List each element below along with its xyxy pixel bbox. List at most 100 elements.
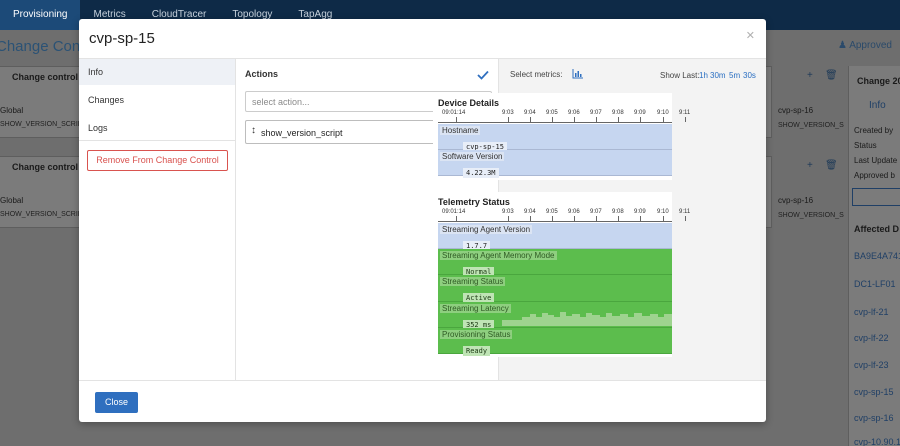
metric-row-value: 4.22.3M xyxy=(463,168,499,178)
time-axis-label: 9:04 xyxy=(524,110,536,116)
metric-row-value: Ready xyxy=(463,346,491,356)
modal-header: cvp-sp-15 ✕ xyxy=(79,19,766,59)
latency-sparkline xyxy=(502,312,672,326)
checkmark-icon[interactable] xyxy=(476,68,490,82)
metric-row-label: Streaming Agent Memory Mode xyxy=(440,251,557,260)
select-action-placeholder: select action... xyxy=(252,97,310,107)
range-30m-link[interactable]: 30m xyxy=(710,71,726,80)
time-axis-label: 9:11 xyxy=(679,209,691,215)
background-card-title-1: Change control xyxy=(12,72,79,82)
background-field-status: Status xyxy=(854,141,877,150)
time-axis-label: 9:05 xyxy=(546,110,558,116)
time-axis-label: 9:07 xyxy=(590,209,602,215)
device-details-panel: Device Details Hostname cvp-sp-15 Softwa… xyxy=(433,93,690,180)
sidebar-item-logs[interactable]: Logs xyxy=(79,115,235,141)
background-affected-title: Affected D xyxy=(854,224,900,234)
time-axis-label: 9:06 xyxy=(568,110,580,116)
background-affected-device[interactable]: DC1-LF01 xyxy=(854,279,896,289)
background-affected-device[interactable]: cvp-lf-21 xyxy=(854,307,889,317)
time-axis-label: 9:10 xyxy=(657,110,669,116)
telemetry-status-panel: Telemetry Status Streaming Agent Version… xyxy=(433,192,690,357)
range-30s-link[interactable]: 30s xyxy=(743,71,756,80)
background-card-script-2: SHOW_VERSION_SCRIPT xyxy=(0,211,87,218)
metric-row-label: Streaming Latency xyxy=(440,304,511,313)
bar-chart-icon[interactable] xyxy=(572,69,583,79)
background-affected-device[interactable]: cvp-lf-22 xyxy=(854,333,889,343)
metric-row-provisioning-status: Provisioning Status Ready xyxy=(438,328,672,356)
background-card-device-2: cvp-sp-16 xyxy=(778,196,814,205)
remove-from-change-control-button[interactable]: Remove From Change Control xyxy=(87,150,228,171)
time-axis-label: 9:06 xyxy=(568,209,580,215)
time-axis-label: 09:01:14 xyxy=(442,209,466,215)
background-affected-device[interactable]: cvp-sp-16 xyxy=(854,413,894,423)
time-axis-label: 9:09 xyxy=(634,110,646,116)
background-card-group-1: Global xyxy=(0,106,24,115)
metric-row-label: Software Version xyxy=(440,152,505,161)
metric-row-label: Hostname xyxy=(440,126,481,135)
background-field-last-update: Last Update xyxy=(854,156,898,165)
background-approved-status: ♟ Approved xyxy=(838,40,892,51)
time-axis-label: 9:05 xyxy=(546,209,558,215)
background-panel-button[interactable] xyxy=(852,188,900,206)
telemetry-status-title: Telemetry Status xyxy=(438,197,510,207)
background-affected-device[interactable]: cvp-lf-23 xyxy=(854,360,889,370)
modal-sidebar: Info Changes Logs Remove From Change Con… xyxy=(79,59,236,380)
time-axis-label: 09:01:14 xyxy=(442,110,466,116)
metric-row-software-version: Software Version 4.22.3M xyxy=(438,150,672,178)
time-axis-label: 9:11 xyxy=(679,110,691,116)
background-panel-tab-info[interactable]: Info xyxy=(869,100,886,111)
time-axis-label: 9:08 xyxy=(612,110,624,116)
device-details-title: Device Details xyxy=(438,98,500,108)
show-last-label: Show Last: xyxy=(660,71,700,80)
background-card-device-script-2: SHOW_VERSION_S xyxy=(778,212,844,219)
time-axis-label: 9:09 xyxy=(634,209,646,215)
time-axis-line xyxy=(438,221,672,222)
background-card-title-2: Change control xyxy=(12,162,79,172)
nav-tab-provisioning[interactable]: Provisioning xyxy=(0,0,81,30)
actions-title: Actions xyxy=(245,69,279,79)
select-metrics-label: Select metrics: xyxy=(510,70,563,79)
time-axis-label: 9:07 xyxy=(590,110,602,116)
add-icon[interactable]: + xyxy=(807,160,813,171)
add-icon[interactable]: + xyxy=(807,70,813,81)
background-affected-device[interactable]: BA9E4A741 xyxy=(854,251,900,261)
sidebar-divider xyxy=(79,140,235,141)
time-axis-line xyxy=(438,122,672,123)
time-axis-tick xyxy=(685,216,686,221)
time-axis-label: 9:03 xyxy=(502,209,514,215)
metric-row-label: Streaming Status xyxy=(440,277,506,286)
drag-handle-icon[interactable]: ↕ xyxy=(251,125,256,136)
range-5m-link[interactable]: 5m xyxy=(729,71,740,80)
time-axis-label: 9:08 xyxy=(612,209,624,215)
time-axis-label: 9:10 xyxy=(657,209,669,215)
background-card-group-2: Global xyxy=(0,196,24,205)
time-axis-label: 9:04 xyxy=(524,209,536,215)
background-card-script-1: SHOW_VERSION_SCRIPT xyxy=(0,121,87,128)
background-field-created-by: Created by xyxy=(854,126,894,135)
modal-footer: Close xyxy=(79,380,766,422)
user-check-icon: ♟ xyxy=(837,40,850,51)
trash-icon[interactable]: 🗑 xyxy=(825,160,838,171)
time-axis-label: 9:03 xyxy=(502,110,514,116)
background-panel-title: Change 20 xyxy=(857,76,900,86)
close-icon[interactable]: ✕ xyxy=(746,29,755,42)
sidebar-item-info[interactable]: Info xyxy=(79,59,235,85)
sidebar-item-changes[interactable]: Changes xyxy=(79,87,235,113)
close-button[interactable]: Close xyxy=(95,392,138,413)
background-card-device-script-1: SHOW_VERSION_S xyxy=(778,122,844,129)
background-affected-device[interactable]: cvp-sp-15 xyxy=(854,387,894,397)
metric-row-streaming-agent-version: Streaming Agent Version 1.7.7 xyxy=(438,223,672,251)
time-axis-tick xyxy=(685,117,686,122)
background-card-device-1: cvp-sp-16 xyxy=(778,106,814,115)
metric-row-label: Streaming Agent Version xyxy=(440,225,533,234)
approved-label: Approved xyxy=(849,40,892,51)
range-1h-link[interactable]: 1h xyxy=(699,71,708,80)
metric-row-streaming-agent-memory-mode: Streaming Agent Memory Mode Normal xyxy=(438,249,672,277)
metric-row-streaming-latency: Streaming Latency 352 ms xyxy=(438,302,672,330)
modal-title: cvp-sp-15 xyxy=(89,30,155,47)
background-affected-device[interactable]: cvp-10.90.1 xyxy=(854,437,900,446)
metric-row-label: Provisioning Status xyxy=(440,330,513,339)
metric-row-streaming-status: Streaming Status Active xyxy=(438,275,672,303)
background-field-approved-by: Approved b xyxy=(854,171,895,180)
trash-icon[interactable]: 🗑 xyxy=(825,70,838,81)
